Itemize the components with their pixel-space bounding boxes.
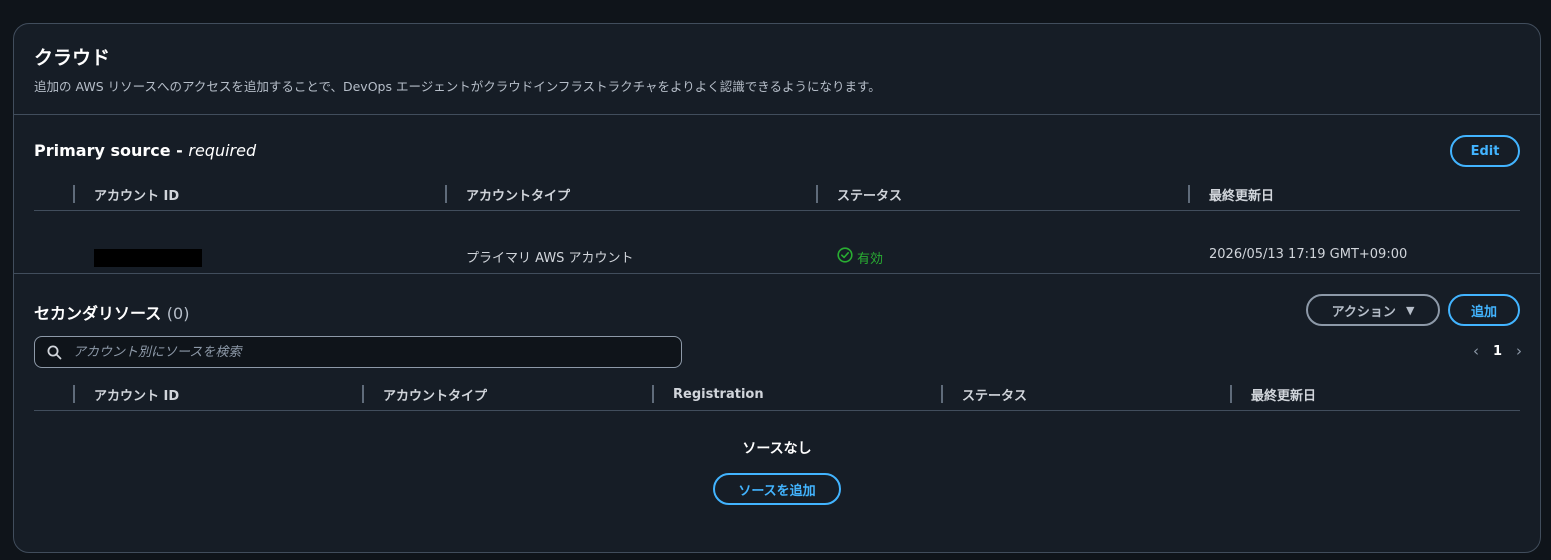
required-label: required <box>188 141 257 160</box>
edit-button[interactable]: Edit <box>1450 135 1520 167</box>
check-circle-icon <box>837 247 857 267</box>
secondary-source-count: (0) <box>166 304 190 323</box>
column-header-status[interactable]: ステータス <box>815 177 902 211</box>
page-number[interactable]: 1 <box>1493 344 1502 359</box>
pagination: ‹ 1 › <box>1473 342 1522 360</box>
search-input[interactable] <box>71 337 671 367</box>
redacted-account-id <box>94 249 202 267</box>
chevron-left-icon[interactable]: ‹ <box>1473 342 1479 360</box>
column-header-account-id[interactable]: アカウント ID <box>72 177 179 211</box>
primary-source-section: Primary source - required Edit アカウント ID … <box>14 115 1540 274</box>
add-button[interactable]: 追加 <box>1448 294 1520 326</box>
page-title: クラウド <box>34 47 111 69</box>
actions-dropdown-button[interactable]: アクション ▼ <box>1306 294 1440 326</box>
search-field[interactable] <box>34 336 682 368</box>
chevron-right-icon[interactable]: › <box>1516 342 1522 360</box>
secondary-table-header: アカウント ID アカウントタイプ Registration ステータス 最終更… <box>34 377 1520 411</box>
actions-label: アクション <box>1331 304 1396 320</box>
secondary-source-section: セカンダリソース (0) アクション ▼ 追加 ‹ 1 › アカウント ID ア… <box>14 274 1540 552</box>
search-icon <box>47 345 62 364</box>
empty-state-title: ソースなし <box>742 441 812 457</box>
primary-source-title-text: Primary source - <box>34 141 189 160</box>
primary-source-title: Primary source - required <box>34 141 256 160</box>
status-cell: 有効 <box>837 247 883 267</box>
column-header-account-type[interactable]: アカウントタイプ <box>361 377 487 411</box>
cloud-panel: クラウド 追加の AWS リソースへのアクセスを追加することで、DevOps エ… <box>13 23 1541 553</box>
column-header-account-type[interactable]: アカウントタイプ <box>444 177 570 211</box>
add-source-button[interactable]: ソースを追加 <box>713 473 841 505</box>
column-header-registration[interactable]: Registration <box>652 377 764 411</box>
secondary-source-title-text: セカンダリソース <box>34 304 162 323</box>
page-description: 追加の AWS リソースへのアクセスを追加することで、DevOps エージェント… <box>34 79 881 94</box>
status-text: 有効 <box>857 251 884 267</box>
last-updated-cell: 2026/05/13 17:19 GMT+09:00 <box>1209 247 1408 262</box>
account-type-cell: プライマリ AWS アカウント <box>466 251 634 266</box>
secondary-source-title: セカンダリソース (0) <box>34 300 189 324</box>
column-header-last-updated[interactable]: 最終更新日 <box>1229 377 1316 411</box>
column-header-last-updated[interactable]: 最終更新日 <box>1187 177 1274 211</box>
column-header-account-id[interactable]: アカウント ID <box>72 377 179 411</box>
column-header-status[interactable]: ステータス <box>940 377 1027 411</box>
caret-down-icon: ▼ <box>1405 303 1415 317</box>
panel-header: クラウド 追加の AWS リソースへのアクセスを追加することで、DevOps エ… <box>14 24 1540 115</box>
primary-table-header: アカウント ID アカウントタイプ ステータス 最終更新日 <box>34 177 1520 211</box>
